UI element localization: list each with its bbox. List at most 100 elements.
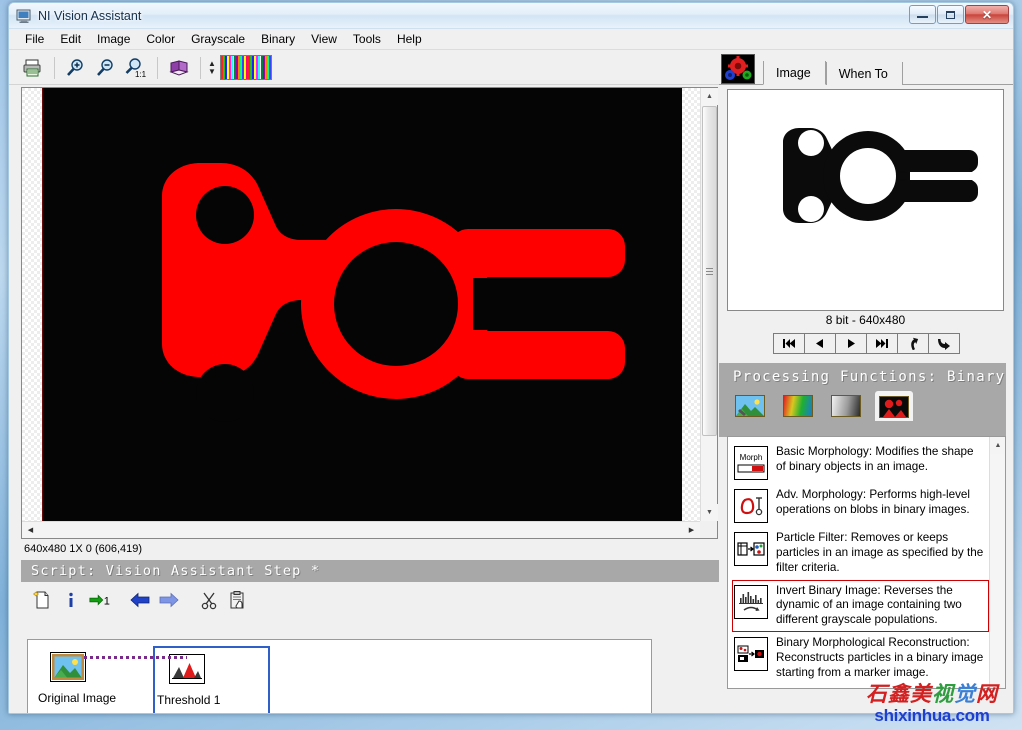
desktop-background: NI Vision Assistant ✕ File Edit Image Co…: [0, 0, 1022, 730]
tab-color-functions[interactable]: [779, 391, 817, 421]
function-invert-binary-image[interactable]: Invert Binary Image: Reverses the dynami…: [732, 580, 989, 633]
next-step-icon[interactable]: [156, 588, 182, 612]
processing-functions-title: Processing Functions: Binary: [719, 363, 1006, 385]
menu-image[interactable]: Image: [89, 30, 138, 48]
palette-icon[interactable]: [220, 55, 272, 80]
window-title: NI Vision Assistant: [38, 9, 141, 23]
script-steps-list: Original Image Threshold: [28, 640, 651, 714]
function-title: Basic Morphology:: [776, 445, 875, 458]
first-image-button[interactable]: [773, 333, 805, 354]
svg-text:Morph: Morph: [740, 453, 763, 462]
functions-scroll-up-arrow[interactable]: ▲: [990, 437, 1006, 454]
image-navigation-buttons: [719, 333, 1013, 354]
function-title: Particle Filter:: [776, 531, 851, 544]
preview-image-info: 8 bit - 640x480: [727, 313, 1004, 327]
scroll-right-arrow[interactable]: ▶: [683, 522, 700, 539]
scroll-down-arrow[interactable]: ▼: [701, 504, 718, 521]
script-steps-panel[interactable]: Original Image Threshold: [27, 639, 652, 714]
tab-grayscale-functions[interactable]: [827, 391, 865, 421]
menu-tools[interactable]: Tools: [345, 30, 389, 48]
function-adv-morphology[interactable]: Adv. Morphology: Performs high-level ope…: [732, 484, 989, 527]
right-tab-strip: Image When To: [719, 51, 1013, 85]
paste-icon[interactable]: [225, 588, 251, 612]
info-icon[interactable]: [58, 588, 84, 612]
maximize-button[interactable]: [937, 5, 964, 24]
function-description: Particle Filter: Removes or keeps partic…: [776, 531, 985, 576]
svg-text:1: 1: [104, 596, 110, 608]
image-functions-icon: [735, 395, 765, 417]
vertical-scroll-thumb[interactable]: [702, 106, 717, 436]
previous-image-button[interactable]: [804, 333, 836, 354]
step-connector-line: [84, 656, 187, 659]
previous-step-icon[interactable]: [127, 588, 153, 612]
grayscale-functions-icon: [831, 395, 861, 417]
app-monitor-icon: [16, 8, 32, 24]
right-pane: Image When To: [719, 51, 1013, 713]
function-binary-morphological-reconstruction[interactable]: Binary Morphological Reconstruction: Rec…: [732, 632, 989, 685]
tab-image-functions[interactable]: [731, 391, 769, 421]
zoom-in-icon[interactable]: [62, 55, 90, 81]
processing-category-tabs: [719, 385, 1006, 421]
print-icon[interactable]: [19, 55, 47, 81]
function-description: Binary Morphological Reconstruction: Rec…: [776, 636, 985, 681]
function-description: Invert Binary Image: Reverses the dynami…: [776, 584, 985, 629]
canvas-vertical-scrollbar[interactable]: ▲ ▼: [700, 88, 717, 521]
color-functions-icon: [783, 395, 813, 417]
function-title: Adv. Morphology:: [776, 488, 869, 501]
tab-image[interactable]: Image: [763, 61, 826, 85]
processing-functions-list[interactable]: Morph Basic Morphology: Modifies the sha…: [727, 436, 1006, 689]
menu-edit[interactable]: Edit: [52, 30, 89, 48]
minimize-button[interactable]: [909, 5, 936, 24]
image-status-bar: 640x480 1X 0 (606,419): [21, 540, 718, 558]
function-description: Adv. Morphology: Performs high-level ope…: [776, 488, 985, 518]
main-body: 1:1 ▲ ▼: [9, 51, 1013, 713]
last-image-button[interactable]: [866, 333, 898, 354]
book-icon[interactable]: [165, 55, 193, 81]
functions-list-scrollbar[interactable]: ▲: [989, 437, 1005, 688]
scroll-left-arrow[interactable]: ◀: [22, 522, 39, 539]
menu-file[interactable]: File: [17, 30, 52, 48]
main-toolbar: 1:1 ▲ ▼: [9, 51, 721, 85]
menu-color[interactable]: Color: [138, 30, 183, 48]
save-image-button[interactable]: [928, 333, 960, 354]
processing-functions-items: Morph Basic Morphology: Modifies the sha…: [728, 437, 989, 688]
tab-binary-functions[interactable]: [875, 391, 913, 421]
window-controls: ✕: [909, 5, 1009, 24]
script-step-label: Original Image: [38, 691, 153, 705]
function-title: Binary Morphological Reconstruction:: [776, 636, 970, 649]
zoom-actual-icon[interactable]: 1:1: [122, 55, 150, 81]
cut-icon[interactable]: [196, 588, 222, 612]
original-image-icon: [50, 652, 86, 682]
tab-when-to[interactable]: When To: [826, 62, 903, 85]
new-script-icon[interactable]: [29, 588, 55, 612]
script-header: Script: Vision Assistant Step *: [21, 560, 721, 582]
run-once-icon[interactable]: 1: [87, 588, 113, 612]
title-bar: NI Vision Assistant ✕: [9, 3, 1013, 29]
menu-binary[interactable]: Binary: [253, 30, 303, 48]
script-step-label: Threshold 1: [157, 693, 268, 707]
scroll-up-arrow[interactable]: ▲: [701, 88, 718, 105]
binary-functions-icon: [879, 396, 909, 418]
function-particle-filter[interactable]: Particle Filter: Removes or keeps partic…: [732, 527, 989, 580]
menu-help[interactable]: Help: [389, 30, 430, 48]
image-viewport[interactable]: [22, 88, 700, 521]
menu-view[interactable]: View: [303, 30, 345, 48]
function-basic-morphology[interactable]: Morph Basic Morphology: Modifies the sha…: [732, 441, 989, 484]
palette-spinner[interactable]: ▲ ▼: [208, 56, 216, 80]
next-image-button[interactable]: [835, 333, 867, 354]
canvas-horizontal-scrollbar[interactable]: ◀ ▶: [22, 521, 700, 538]
processing-functions-banner: Processing Functions: Binary: [719, 363, 1006, 437]
gears-icon: [721, 54, 755, 84]
close-button[interactable]: ✕: [965, 5, 1009, 24]
menu-grayscale[interactable]: Grayscale: [183, 30, 253, 48]
application-window: NI Vision Assistant ✕ File Edit Image Co…: [8, 2, 1014, 714]
image-canvas-container: ▲ ▼ ◀ ▶: [21, 87, 718, 539]
open-image-button[interactable]: [897, 333, 929, 354]
function-desc: Reconstructs particles in a binary image…: [776, 651, 983, 679]
invert-binary-icon: [734, 585, 768, 619]
image-preview[interactable]: [727, 89, 1004, 311]
binary-reconstruction-icon: [734, 637, 768, 671]
function-title: Invert Binary Image:: [776, 584, 884, 597]
menu-bar: File Edit Image Color Grayscale Binary V…: [9, 29, 1013, 50]
zoom-out-icon[interactable]: [92, 55, 120, 81]
